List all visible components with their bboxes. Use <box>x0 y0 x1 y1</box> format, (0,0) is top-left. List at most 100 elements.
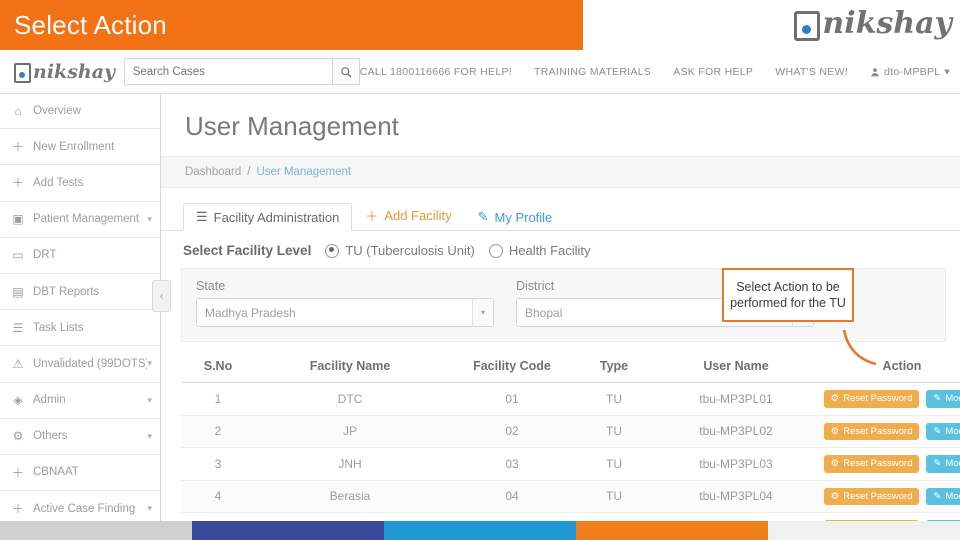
state-select[interactable]: Madhya Pradesh ▾ <box>196 298 494 327</box>
modify-button[interactable]: ✎ Modify <box>926 390 960 408</box>
tab-label: My Profile <box>495 210 553 225</box>
cell-facility-code: 01 <box>445 383 579 416</box>
radio-option-tu[interactable]: TU (Tuberculosis Unit) <box>325 243 475 258</box>
chevron-down-icon: ▾ <box>147 503 152 514</box>
reset-password-button[interactable]: ⚙ Reset Password <box>824 390 920 408</box>
list-icon: ☰ <box>10 321 26 335</box>
header-links: CALL 1800116666 FOR HELP! TRAINING MATER… <box>360 66 960 78</box>
plus-icon: ＋ <box>365 206 378 225</box>
chevron-down-icon: ▾ <box>944 66 950 78</box>
plus-icon: ＋ <box>10 500 26 517</box>
cell-action: ⚙ Reset Password ✎ Modify <box>823 448 960 481</box>
search-input[interactable] <box>124 58 332 85</box>
facility-level-label: Select Facility Level <box>183 243 311 258</box>
chevron-down-icon: ▾ <box>147 358 152 369</box>
cell-type: TU <box>579 448 649 481</box>
district-select-value: Bhopal <box>525 306 562 320</box>
bottom-bar-segment-3 <box>384 521 576 540</box>
table-row: 5 TBH 05 TU tbu-MP3PL05 ⚙ Reset Password… <box>181 513 960 522</box>
modify-button[interactable]: ✎ Modify <box>926 488 960 506</box>
table-row: 3 JNH 03 TU tbu-MP3PL03 ⚙ Reset Password… <box>181 448 960 481</box>
cell-sno: 2 <box>181 415 255 448</box>
annotation-callout: Select Action to be performed for the TU <box>722 268 854 322</box>
modify-button[interactable]: ✎ Modify <box>926 423 960 441</box>
nikshay-logo-text: nikshay <box>822 6 952 41</box>
radio-icon <box>325 244 339 258</box>
reset-password-button[interactable]: ⚙ Reset Password <box>824 455 920 473</box>
nikshay-logo-small[interactable]: nikshay <box>0 61 120 83</box>
cell-facility-name: DTC <box>255 383 445 416</box>
nikshay-logo-large: nikshay <box>794 6 952 41</box>
sidebar-item-task-lists[interactable]: ☰ Task Lists <box>0 310 160 346</box>
cell-type: TU <box>579 513 649 522</box>
edit-icon: ✎ <box>933 427 941 437</box>
reset-password-button[interactable]: ⚙ Reset Password <box>824 488 920 506</box>
radio-label: Health Facility <box>509 243 591 258</box>
cell-sno: 4 <box>181 480 255 513</box>
cell-sno: 1 <box>181 383 255 416</box>
sidebar-item-patient-management[interactable]: ▣ Patient Management ▾ <box>0 202 160 238</box>
facility-table: S.No Facility Name Facility Code Type Us… <box>181 350 960 521</box>
cell-action: ⚙ Reset Password ✎ Modify <box>823 480 960 513</box>
chevron-down-icon: ▾ <box>472 299 493 326</box>
user-menu[interactable]: dto-MPBPL ▾ <box>870 66 950 78</box>
sidebar-item-admin[interactable]: ◈ Admin ▾ <box>0 383 160 419</box>
search-button[interactable] <box>332 58 360 85</box>
cell-action: ⚙ Reset Password ✎ Modify <box>823 383 960 416</box>
state-field: State Madhya Pradesh ▾ <box>196 279 494 327</box>
modify-button[interactable]: ✎ Modify <box>926 455 960 473</box>
state-select-value: Madhya Pradesh <box>205 306 296 320</box>
breadcrumb-dashboard[interactable]: Dashboard <box>185 166 241 178</box>
sidebar-item-new-enrollment[interactable]: ＋ New Enrollment <box>0 129 160 165</box>
edit-icon: ✎ <box>933 459 941 469</box>
modify-label: Modify <box>945 459 960 469</box>
chevron-down-icon: ▾ <box>147 431 152 442</box>
breadcrumb: Dashboard / User Management <box>161 156 960 188</box>
page-heading: User Management <box>161 93 960 142</box>
search-icon <box>340 66 352 78</box>
cell-facility-code: 02 <box>445 415 579 448</box>
sidebar-item-add-tests[interactable]: ＋ Add Tests <box>0 165 160 201</box>
cell-type: TU <box>579 415 649 448</box>
tab-label: Add Facility <box>384 208 451 223</box>
sidebar-item-label: DBT Reports <box>33 286 152 298</box>
cell-sno: 3 <box>181 448 255 481</box>
gear-icon: ⚙ <box>831 427 840 437</box>
cell-user-name: tbu-MP3PL02 <box>649 415 823 448</box>
sidebar-item-others[interactable]: ⚙ Others ▾ <box>0 419 160 455</box>
sidebar-item-cbnaat[interactable]: ＋ CBNAAT <box>0 455 160 491</box>
reset-password-label: Reset Password <box>843 394 912 404</box>
edit-icon: ✎ <box>933 492 941 502</box>
header-link-training-materials[interactable]: TRAINING MATERIALS <box>534 66 651 78</box>
slide-title-banner: Select Action <box>0 0 583 50</box>
bottom-bar-segment-2 <box>192 521 384 540</box>
reset-password-button[interactable]: ⚙ Reset Password <box>824 423 920 441</box>
user-menu-label: dto-MPBPL <box>884 66 940 78</box>
column-header-type: Type <box>579 350 649 383</box>
sidebar-item-label: DRT <box>33 249 152 261</box>
sidebar-item-label: Overview <box>33 105 152 117</box>
header-link-call-help[interactable]: CALL 1800116666 FOR HELP! <box>360 66 512 78</box>
sidebar-collapse-toggle[interactable]: ‹ <box>152 280 171 312</box>
search-bar[interactable] <box>124 58 360 85</box>
gear-icon: ⚙ <box>10 429 26 443</box>
sidebar-item-unvalidated-99dots[interactable]: ⚠ Unvalidated (99DOTS) ▾ <box>0 346 160 382</box>
column-header-sno: S.No <box>181 350 255 383</box>
chevron-down-icon: ▾ <box>147 214 152 225</box>
cell-facility-name: TBH <box>255 513 445 522</box>
header-link-whats-new[interactable]: WHAT'S NEW! <box>775 66 848 78</box>
sidebar-item-dbt-reports[interactable]: ▤ DBT Reports <box>0 274 160 310</box>
tab-label: Facility Administration <box>214 210 340 225</box>
sidebar-item-drt[interactable]: ▭ DRT <box>0 238 160 274</box>
column-header-facility-name: Facility Name <box>255 350 445 383</box>
sidebar-item-active-case-finding[interactable]: ＋ Active Case Finding ▾ <box>0 491 160 521</box>
radio-option-health-facility[interactable]: Health Facility <box>489 243 591 258</box>
cell-facility-code: 03 <box>445 448 579 481</box>
header-link-ask-for-help[interactable]: ASK FOR HELP <box>673 66 753 78</box>
radio-icon <box>489 244 503 258</box>
tab-facility-administration[interactable]: ☰ Facility Administration <box>183 203 352 231</box>
breadcrumb-separator: / <box>247 166 250 178</box>
tab-add-facility[interactable]: ＋ Add Facility <box>352 200 464 231</box>
sidebar-item-overview[interactable]: ⌂ Overview <box>0 93 160 129</box>
tab-my-profile[interactable]: ✎ My Profile <box>465 203 566 231</box>
